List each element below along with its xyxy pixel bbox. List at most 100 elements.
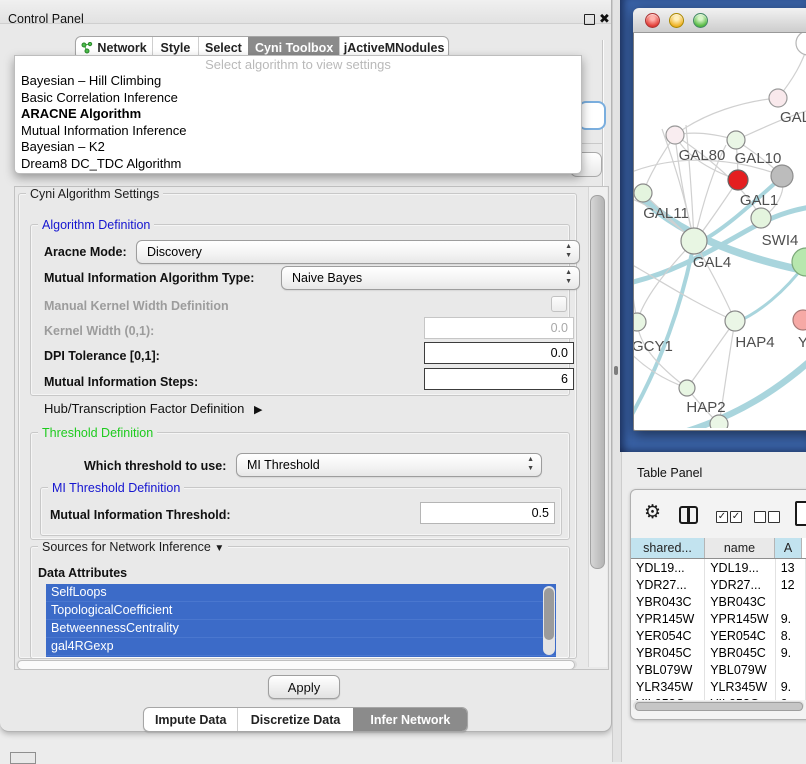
cell[interactable]: 8. [776, 627, 806, 644]
cell[interactable]: 9. [776, 695, 806, 700]
table-row[interactable]: YDR27... YDR27... 12 [631, 576, 806, 593]
apply-button[interactable]: Apply [268, 675, 340, 699]
sources-group-title[interactable]: Sources for Network Inference ▼ [38, 540, 228, 554]
cell[interactable]: YIL052C [705, 695, 775, 700]
node[interactable] [710, 415, 728, 428]
checkbox-unchecked-icon[interactable] [768, 511, 780, 523]
dropdown-item-selected[interactable]: ARACNE Algorithm [15, 106, 581, 123]
node-gal10[interactable] [727, 131, 745, 149]
checkbox-unchecked-icon[interactable] [754, 511, 766, 523]
kernel-width-field[interactable]: 0.0 [424, 317, 574, 339]
list-item[interactable]: TopologicalCoefficient [46, 602, 556, 620]
table-row[interactable]: YBR043C YBR043C [631, 593, 806, 610]
table-row[interactable]: YDL19... YDL19... 13 [631, 559, 806, 576]
dpi-tolerance-field[interactable]: 0.0 [424, 342, 574, 364]
list-item[interactable]: BetweennessCentrality [46, 620, 556, 638]
cell[interactable]: YBL079W [631, 661, 705, 678]
node-swi4[interactable] [751, 208, 771, 228]
cell[interactable]: 12 [776, 576, 806, 593]
node-gal11[interactable] [634, 184, 652, 202]
list-scrollbar-thumb[interactable] [544, 588, 554, 640]
table-row[interactable]: YBL079W YBL079W [631, 661, 806, 678]
cell[interactable]: 9. [776, 610, 806, 627]
column-header-name[interactable]: name [705, 538, 775, 558]
dropdown-item[interactable]: Bayesian – K2 [15, 139, 581, 156]
table-row-partial[interactable]: YIL052C YIL052C 9. [631, 695, 806, 700]
node-hap2[interactable] [679, 380, 695, 396]
node[interactable] [796, 33, 806, 55]
close-icon[interactable]: ✖ [599, 11, 610, 27]
collapsed-arrow-icon[interactable]: ▶ [254, 404, 262, 416]
node-gal4[interactable] [681, 228, 707, 254]
tab-impute-data[interactable]: Impute Data [144, 708, 237, 731]
divider-handle[interactable] [614, 366, 618, 375]
cell[interactable]: YBL079W [705, 661, 775, 678]
cell[interactable]: YLR345W [631, 678, 705, 695]
checkbox-checked-icon[interactable]: ✓ [716, 511, 728, 523]
document-icon[interactable] [795, 501, 806, 526]
cell[interactable] [776, 593, 806, 610]
checkbox-checked-icon[interactable]: ✓ [730, 511, 742, 523]
expanded-arrow-icon[interactable]: ▼ [214, 543, 224, 554]
mi-algorithm-type-combo[interactable]: Naive Bayes ▲▼ [281, 266, 580, 290]
cell[interactable]: YDR27... [631, 576, 705, 593]
table-row[interactable]: YBR045C YBR045C 9. [631, 644, 806, 661]
inference-algorithm-combo-partial[interactable] [578, 101, 606, 130]
tab-discretize-data[interactable]: Discretize Data [237, 708, 352, 731]
cell[interactable]: 9. [776, 644, 806, 661]
cell[interactable]: YDL19... [631, 559, 705, 576]
bottom-left-button-partial[interactable] [10, 752, 36, 764]
dropdown-item[interactable]: Basic Correlation Inference [15, 90, 581, 107]
hub-definition-toggle[interactable]: Hub/Transcription Factor Definition ▶ [44, 401, 262, 416]
node-gal7[interactable] [769, 89, 787, 107]
node-gray[interactable] [771, 165, 793, 187]
cell[interactable]: YER054C [705, 627, 775, 644]
table-horizontal-scrollbar-thumb[interactable] [635, 702, 803, 711]
aracne-mode-combo[interactable]: Discovery ▲▼ [136, 240, 580, 264]
node-selected-red[interactable] [728, 170, 748, 190]
table-row[interactable]: YPR145W YPR145W 9. [631, 610, 806, 627]
network-window-titlebar[interactable] [633, 8, 806, 33]
cell[interactable]: YIL052C [631, 695, 705, 700]
dropdown-item[interactable]: Bayesian – Hill Climbing [15, 73, 581, 90]
split-view-icon[interactable] [679, 506, 698, 524]
cell[interactable] [776, 661, 806, 678]
list-item[interactable]: gal4RGexp [46, 638, 556, 656]
cell[interactable]: YDL19... [705, 559, 775, 576]
cell[interactable]: YER054C [631, 627, 705, 644]
which-threshold-combo[interactable]: MI Threshold ▲▼ [236, 453, 542, 477]
manual-kernel-width-checkbox[interactable] [551, 296, 567, 312]
cell[interactable]: YBR045C [705, 644, 775, 661]
node-gcy1[interactable] [634, 313, 646, 331]
node-hap4[interactable] [725, 311, 745, 331]
minimize-traffic-light-icon[interactable] [669, 13, 684, 28]
float-window-icon[interactable] [584, 14, 595, 25]
table-row[interactable]: YLR345W YLR345W 9. [631, 678, 806, 695]
cell[interactable]: 13 [776, 559, 806, 576]
gear-icon[interactable]: ⚙ [644, 502, 661, 524]
control-panel-titlebar[interactable] [0, 0, 611, 24]
settings-vertical-scrollbar-thumb[interactable] [590, 195, 605, 569]
cell[interactable]: YBR043C [705, 593, 775, 610]
cell[interactable]: YPR145W [631, 610, 705, 627]
dropdown-item[interactable]: Dream8 DC_TDC Algorithm [15, 156, 581, 173]
cell[interactable]: YLR345W [705, 678, 775, 695]
node-salmon[interactable] [793, 310, 806, 330]
tab-infer-network[interactable]: Infer Network [353, 708, 467, 731]
zoom-traffic-light-icon[interactable] [693, 13, 708, 28]
network-canvas[interactable]: GAL GAL80 GAL10 GAL1 GAL11 SWI4 GAL4 GCY… [634, 33, 806, 428]
cell[interactable]: YBR045C [631, 644, 705, 661]
cell[interactable]: YDR27... [705, 576, 775, 593]
close-traffic-light-icon[interactable] [645, 13, 660, 28]
list-item-partial[interactable] [46, 656, 556, 657]
dropdown-item[interactable]: Mutual Information Inference [15, 123, 581, 140]
column-header-partial[interactable]: A [775, 538, 802, 558]
settings-horizontal-scrollbar-thumb[interactable] [17, 660, 575, 670]
cell[interactable]: YBR043C [631, 593, 705, 610]
table-row[interactable]: YER054C YER054C 8. [631, 627, 806, 644]
mi-steps-field[interactable]: 6 [424, 368, 574, 390]
node-gal80[interactable] [666, 126, 684, 144]
mi-threshold-field[interactable]: 0.5 [420, 502, 555, 524]
cell[interactable]: 9. [776, 678, 806, 695]
list-item[interactable]: SelfLoops [46, 584, 556, 602]
